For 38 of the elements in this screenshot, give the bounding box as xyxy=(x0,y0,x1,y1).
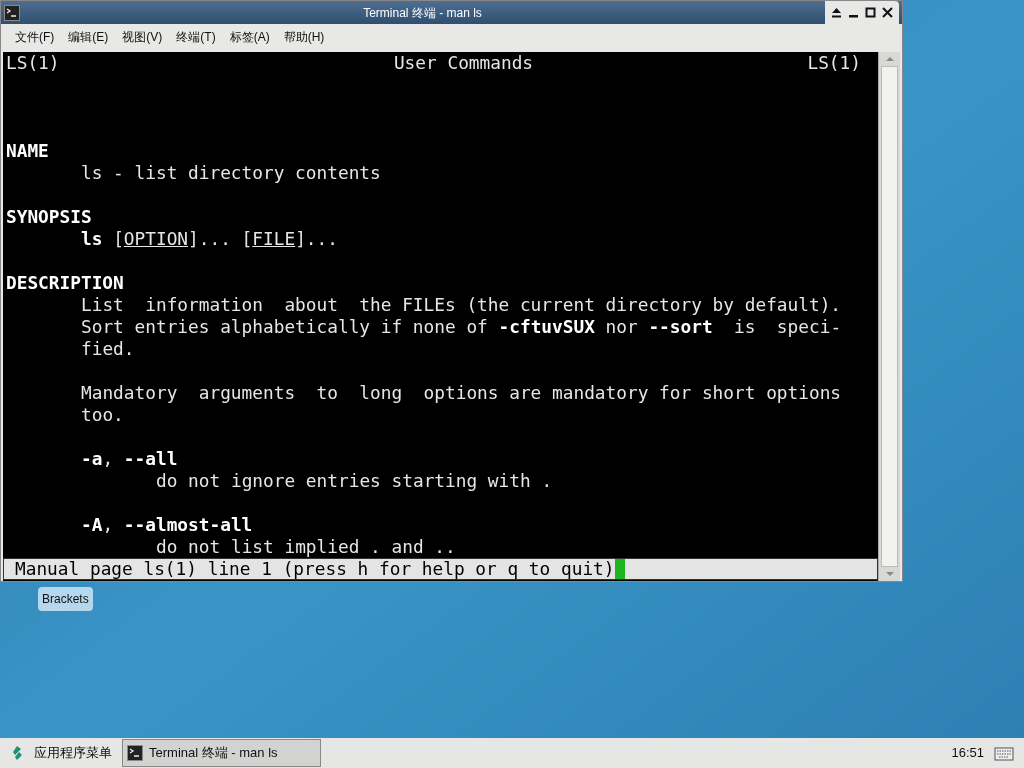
man-text: Sort entries alphabetically if none of -cftuvSUX nor --sort is speci- xyxy=(81,316,842,337)
desktop-icon-label[interactable]: Brackets xyxy=(38,587,93,611)
maximize-icon[interactable] xyxy=(865,7,876,18)
leaf-icon[interactable] xyxy=(10,745,24,761)
man-header: User Commands xyxy=(393,52,534,74)
man-header: LS(1) xyxy=(807,52,861,74)
man-text: fied. xyxy=(81,338,135,359)
man-text: List information about the FILEs (the current directory by default). xyxy=(81,294,842,315)
terminal-icon xyxy=(4,4,20,21)
status-text: Manual page ls(1) line 1 (press h for help or q to quit) xyxy=(14,558,615,580)
menu-item[interactable]: 帮助(H) xyxy=(283,27,325,46)
menu-item[interactable]: 终端(T) xyxy=(176,27,216,46)
man-header: LS(1) xyxy=(6,52,60,74)
scroll-thumb[interactable] xyxy=(881,66,898,567)
man-text: -a, --all xyxy=(81,448,178,469)
man-text: -A, --almost-all xyxy=(81,514,253,535)
man-text: do not ignore entries starting with . xyxy=(156,470,553,491)
terminal-icon xyxy=(127,745,143,761)
man-text: ls - list directory contents xyxy=(81,162,381,183)
scrollbar[interactable] xyxy=(878,52,900,581)
app-menu[interactable]: 应用程序菜单 xyxy=(34,743,112,763)
menu-item[interactable]: 视图(V) xyxy=(122,27,163,46)
man-text: Mandatory arguments to long options are mandatory for short options xyxy=(81,382,842,403)
window-title: Terminal 终端 - man ls xyxy=(362,4,483,22)
section-heading: SYNOPSIS xyxy=(6,206,92,227)
menu-item[interactable]: 标签(A) xyxy=(229,27,270,46)
section-heading: DESCRIPTION xyxy=(6,272,124,293)
shade-icon[interactable] xyxy=(831,7,842,18)
man-text: ls [OPTION]... [FILE]... xyxy=(81,228,338,249)
section-heading: NAME xyxy=(6,140,49,161)
man-text: do not list implied . and .. xyxy=(156,536,456,557)
close-icon[interactable] xyxy=(882,7,893,18)
clock: 16:51 xyxy=(951,744,984,763)
text-cursor xyxy=(614,559,625,579)
menu-item[interactable]: 编辑(E) xyxy=(68,27,109,46)
taskbar-button[interactable]: Terminal 终端 - man ls xyxy=(122,739,321,767)
menu-item[interactable]: 文件(F) xyxy=(15,27,55,46)
man-text: too. xyxy=(81,404,124,425)
